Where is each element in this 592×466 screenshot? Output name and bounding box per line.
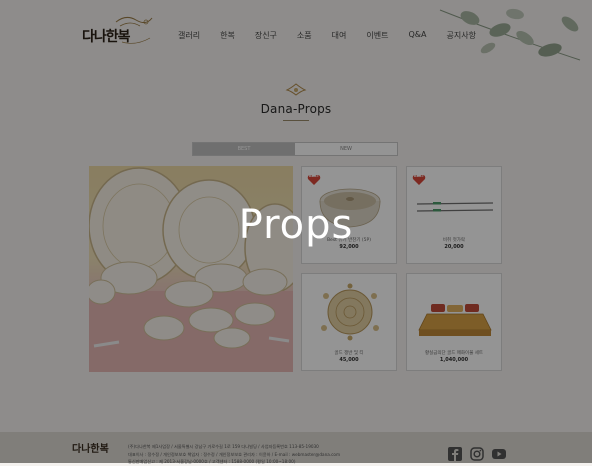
ornament-icon: [285, 83, 307, 96]
social-links: [448, 447, 506, 461]
logo-text: 다나한복: [82, 29, 131, 45]
product-tabs: BEST NEW: [192, 142, 398, 156]
nav-item-event[interactable]: 이벤트: [356, 30, 398, 41]
leaves-decoration-icon: [439, 8, 581, 61]
product-price: 1,040,000: [439, 357, 469, 363]
site-header: 다나한복 갤러리 한복 장신구 소품 대여 이벤트 Q&A 공지사항: [0, 0, 592, 72]
company-info-line: (주)다나한복 제1사업장 / 서울특별시 강남구 가로수길 1로 159 다나…: [128, 444, 319, 449]
product-price: 45,000: [339, 357, 359, 363]
overlay-title: Props: [238, 202, 354, 248]
tableware-illustration: [89, 167, 293, 372]
title-divider: [283, 120, 309, 121]
company-info-line: 통신판매업신고 : 제 2013-서울강남-0000호 / 고객센터 : 158…: [128, 459, 296, 464]
site-logo[interactable]: 다나한복: [76, 12, 158, 52]
product-name: 황실금의단 골드 매화이불 세트: [424, 351, 484, 356]
facebook-icon[interactable]: [448, 447, 462, 461]
nav-item-hanbok[interactable]: 한복: [210, 30, 245, 41]
youtube-icon[interactable]: [492, 447, 506, 461]
site-footer: 다나한복 (주)다나한복 제1사업장 / 서울특별시 강남구 가로수길 1로 1…: [0, 432, 592, 466]
page-title: Dana-Props: [260, 102, 332, 116]
hero-image[interactable]: [89, 166, 293, 372]
company-info-line: 대표이사 : 정수정 / 개인정보보호 책임자 : 정수정 / 개인정보보호 관…: [128, 451, 341, 457]
product-name: 골드 쟁반 및 티: [334, 351, 364, 356]
tab-best[interactable]: BEST: [193, 143, 295, 155]
product-card[interactable]: 황실금의단 골드 매화이불 세트 1,040,000: [406, 273, 502, 371]
nav-item-rental[interactable]: 대여: [322, 30, 357, 41]
tab-new[interactable]: NEW: [295, 143, 397, 155]
company-info: (주)다나한복 제1사업장 / 서울특별시 강남구 가로수길 1로 159 다나…: [128, 443, 438, 466]
footer-logo[interactable]: 다나한복: [72, 440, 109, 455]
nav-item-accessories[interactable]: 장신구: [245, 30, 287, 41]
nav-item-gallery[interactable]: 갤러리: [168, 30, 210, 41]
section-heading: Dana-Props: [0, 82, 592, 121]
nav-item-props[interactable]: 소품: [287, 30, 322, 41]
product-card[interactable]: 골드 쟁반 및 티 45,000: [301, 273, 397, 371]
instagram-icon[interactable]: [470, 447, 484, 461]
